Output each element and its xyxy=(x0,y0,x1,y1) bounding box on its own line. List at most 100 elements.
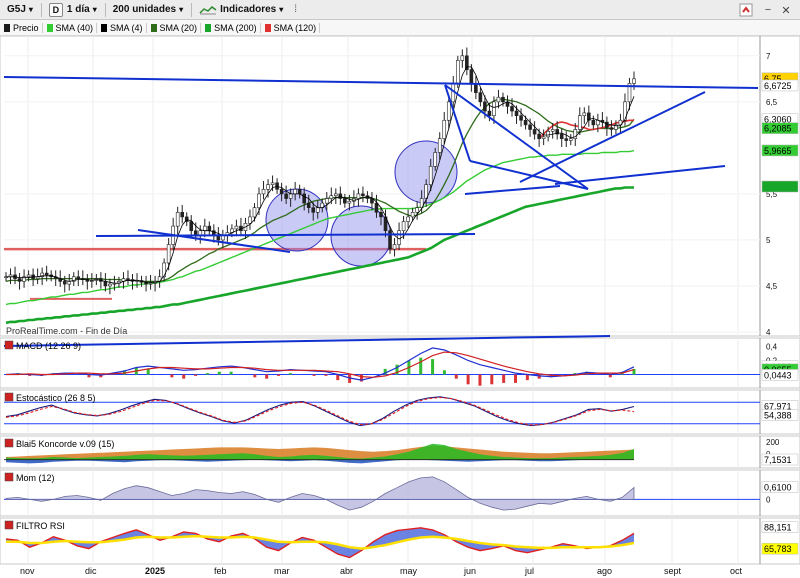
macd-histogram-bar xyxy=(419,357,423,375)
candle-body xyxy=(392,244,397,250)
y-tick-label: 5 xyxy=(766,236,771,245)
candle-body xyxy=(252,207,257,218)
x-tick-label: mar xyxy=(274,566,290,576)
candle-body xyxy=(207,225,212,232)
period-label: 1 día xyxy=(66,4,90,15)
candle-body xyxy=(279,189,284,195)
legend-item[interactable]: SMA (4) xyxy=(101,22,147,33)
candle-body xyxy=(483,101,487,112)
pane-title: FILTRO RSI xyxy=(16,521,65,531)
candle-body xyxy=(568,138,573,141)
legend-swatch xyxy=(205,23,212,32)
macd-histogram-bar xyxy=(253,374,257,378)
x-tick-label: ago xyxy=(597,566,612,576)
macd-histogram-bar xyxy=(537,374,541,379)
indicator-legend: Precio SMA (40) SMA (4) SMA (20) SMA (200) SM… xyxy=(0,20,800,36)
refresh-icon[interactable] xyxy=(738,2,754,18)
macd-histogram-bar xyxy=(431,359,435,375)
units-selector[interactable]: 200 unidades ▾ xyxy=(109,2,187,18)
candle-body xyxy=(306,202,311,209)
candle-body xyxy=(519,115,523,121)
period-selector[interactable]: D1 día ▾ xyxy=(45,2,101,18)
indicators-button[interactable]: Indicadores ▾ xyxy=(195,2,287,18)
drawing-tool-button[interactable]: ⁞ xyxy=(290,2,301,18)
legend-swatch xyxy=(150,23,157,32)
macd-histogram-bar xyxy=(217,371,221,375)
chevron-down-icon: ▾ xyxy=(92,5,97,14)
candle-body xyxy=(329,195,334,199)
candle-body xyxy=(257,193,261,209)
price-tag-label: 5,5748 xyxy=(764,182,792,192)
x-tick-label: nov xyxy=(20,566,35,576)
candle-body xyxy=(311,207,316,213)
candle-body xyxy=(455,60,460,84)
legend-item[interactable]: SMA (20) xyxy=(150,22,202,33)
chevron-down-icon: ▾ xyxy=(28,5,33,14)
pane-icon xyxy=(4,392,14,402)
indicators-icon xyxy=(199,5,217,14)
pane-icon xyxy=(4,472,14,482)
macd-histogram-bar xyxy=(229,371,233,375)
legend-label: SMA (120) xyxy=(273,22,317,33)
x-tick-label: 2025 xyxy=(145,566,165,576)
legend-item[interactable]: SMA (120) xyxy=(264,22,321,33)
ticker-selector[interactable]: G5J ▾ xyxy=(3,2,37,18)
candle-body xyxy=(361,193,365,197)
legend-swatch xyxy=(101,23,108,32)
candle-body xyxy=(275,182,279,190)
chevron-down-icon: ▾ xyxy=(279,5,284,14)
candle-body xyxy=(582,112,587,116)
candle-body xyxy=(501,96,505,103)
candle-body xyxy=(261,189,266,195)
candle-body xyxy=(324,198,329,204)
candle-body xyxy=(469,69,474,84)
candle-body xyxy=(189,221,194,232)
close-icon[interactable]: ✕ xyxy=(778,2,794,18)
legend-item[interactable]: Precio xyxy=(4,22,43,33)
minimize-icon[interactable]: − xyxy=(760,2,776,18)
legend-swatch xyxy=(4,23,10,32)
candle-body xyxy=(126,278,130,280)
units-label: 200 unidades xyxy=(112,4,177,15)
legend-swatch xyxy=(264,23,271,32)
candle-body xyxy=(202,225,207,232)
value-tag-label: 0,0443 xyxy=(764,370,792,380)
macd-histogram-bar xyxy=(312,374,316,376)
candle-body xyxy=(546,131,550,138)
candle-body xyxy=(297,189,302,195)
y-tick-label: 0 xyxy=(766,495,771,504)
candle-body xyxy=(478,92,483,103)
x-tick-label: oct xyxy=(730,566,743,576)
x-tick-label: feb xyxy=(214,566,227,576)
candle-body xyxy=(428,165,433,185)
candle-body xyxy=(605,121,609,128)
candle-body xyxy=(234,225,239,230)
candle-body xyxy=(347,200,352,204)
macd-histogram-bar xyxy=(478,374,482,386)
candle-body xyxy=(162,262,166,278)
candle-body xyxy=(374,202,379,213)
candle-body xyxy=(266,184,270,190)
ticker-label: G5J xyxy=(7,4,26,15)
candle-body xyxy=(442,119,447,139)
candle-body xyxy=(496,96,501,103)
candle-body xyxy=(528,124,532,130)
macd-histogram-bar xyxy=(514,374,518,383)
candle-body xyxy=(44,272,49,276)
macd-histogram-bar xyxy=(277,374,281,376)
candle-body xyxy=(523,119,528,126)
candle-body xyxy=(446,101,451,121)
candle-body xyxy=(487,110,492,116)
legend-item[interactable]: SMA (40) xyxy=(46,22,98,33)
x-tick-label: may xyxy=(400,566,418,576)
candle-body xyxy=(514,110,519,116)
macd-histogram-bar xyxy=(466,374,470,385)
candle-body xyxy=(564,138,569,141)
candle-body xyxy=(410,212,415,218)
candle-body xyxy=(148,282,153,285)
price-tag-label: 6,2085 xyxy=(764,124,792,134)
candle-body xyxy=(293,189,297,195)
legend-item[interactable]: SMA (200) xyxy=(205,22,261,33)
candle-body xyxy=(559,133,564,139)
legend-label: SMA (40) xyxy=(55,22,94,33)
